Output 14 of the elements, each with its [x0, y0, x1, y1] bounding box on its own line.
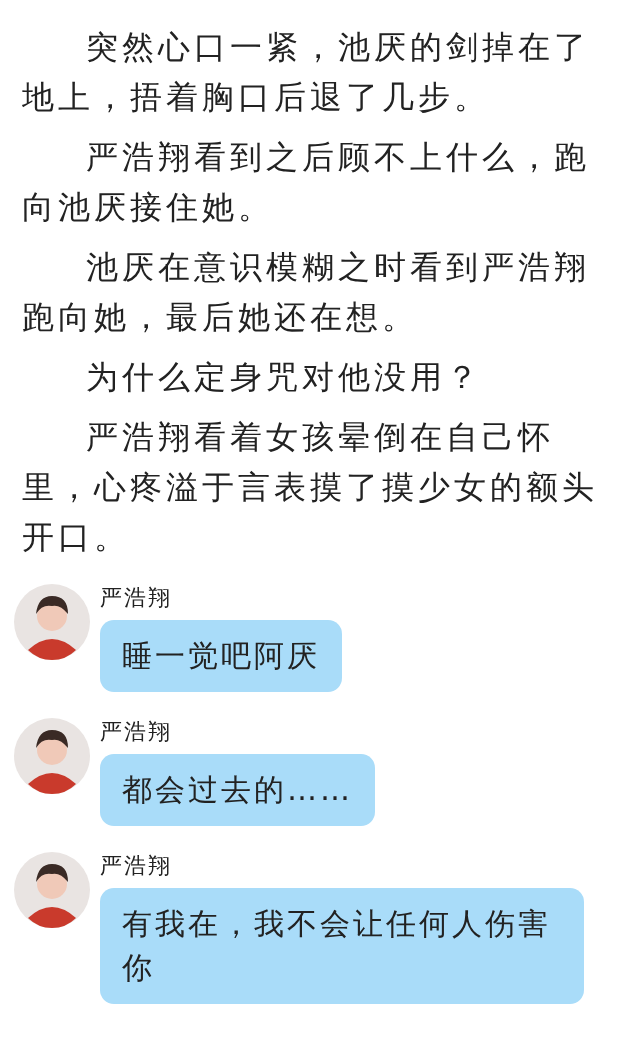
sender-name: 严浩翔: [100, 852, 172, 880]
story-paragraph: 为什么定身咒对他没用？: [85, 357, 483, 398]
message-bubble: 都会过去的……: [100, 754, 375, 826]
avatar-icon: [14, 584, 90, 660]
avatar-icon: [14, 852, 90, 928]
story-paragraph: 严浩翔看着女孩晕倒在自己怀里，心疼溢于言表摸了摸少女的额头开口。: [22, 417, 599, 558]
sender-name: 严浩翔: [100, 584, 172, 612]
story-paragraph: 突然心口一紧，池厌的剑掉在了地上，捂着胸口后退了几步。: [22, 27, 591, 118]
message-bubble: 睡一觉吧阿厌: [100, 620, 342, 692]
story-paragraph: 严浩翔看到之后顾不上什么，跑向池厌接住她。: [22, 137, 591, 228]
message-bubble: 有我在，我不会让任何人伤害你: [100, 888, 584, 1004]
avatar-icon: [14, 718, 90, 794]
sender-name: 严浩翔: [100, 718, 172, 746]
story-paragraph: 池厌在意识模糊之时看到严浩翔跑向她，最后她还在想。: [22, 247, 591, 338]
